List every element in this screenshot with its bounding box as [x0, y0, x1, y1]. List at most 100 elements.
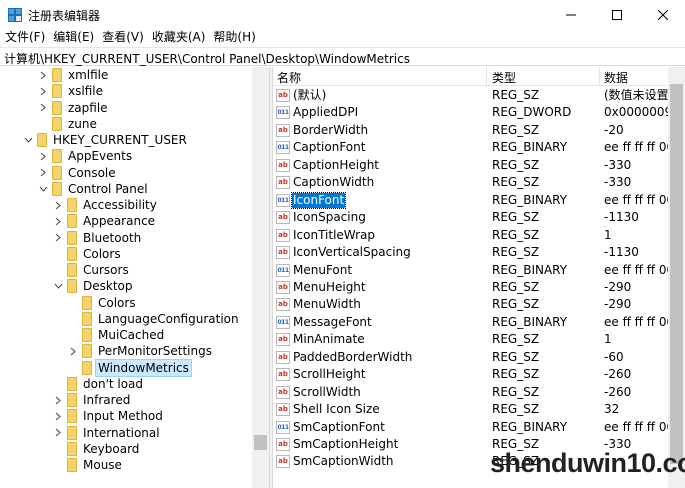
chevron-right-icon[interactable]: [37, 100, 49, 116]
list-row[interactable]: 011 MenuFont REG_BINARY ee ff ff ff 00: [273, 262, 668, 280]
list-row[interactable]: ab BorderWidth REG_SZ -20: [273, 122, 668, 140]
value-data: -260: [604, 367, 632, 382]
menu-view[interactable]: 查看(V): [97, 30, 147, 46]
string-value-icon: ab: [276, 280, 290, 294]
maximize-button[interactable]: [594, 0, 640, 30]
list-row[interactable]: 011 IconFont REG_BINARY ee ff ff ff 00: [273, 191, 668, 210]
list-row[interactable]: ab ScrollHeight REG_SZ -260: [273, 366, 668, 384]
tree-item[interactable]: PerMonitorSettings: [67, 343, 214, 359]
folder-icon: [82, 328, 92, 342]
list-row[interactable]: ab PaddedBorderWidth REG_SZ -60: [273, 349, 668, 367]
regedit-icon: [8, 8, 22, 22]
value-name: ScrollWidth: [293, 384, 361, 399]
menu-favorites[interactable]: 收藏夹(A): [147, 30, 209, 46]
list-row[interactable]: 011AppliedDPI REG_DWORD 0x00000096: [273, 104, 668, 122]
chevron-right-icon[interactable]: [37, 67, 49, 83]
chevron-down-icon[interactable]: [52, 278, 64, 294]
chevron-down-icon[interactable]: [22, 132, 34, 148]
close-button[interactable]: [640, 0, 685, 30]
chevron-right-icon[interactable]: [37, 148, 49, 164]
tree-item[interactable]: Desktop: [52, 278, 135, 294]
tree-item[interactable]: MuiCached: [67, 327, 166, 343]
tree-item-label: Accessibility: [83, 198, 157, 212]
tree-item[interactable]: Control Panel: [37, 181, 150, 197]
minimize-button[interactable]: [548, 0, 594, 30]
chevron-right-icon[interactable]: [67, 343, 79, 359]
tree-item[interactable]: International: [52, 425, 162, 441]
tree-item-label: Desktop: [83, 279, 133, 294]
list-row[interactable]: 011 MessageFont REG_BINARY ee ff ff ff 00: [273, 314, 668, 332]
chevron-right-icon[interactable]: [52, 392, 64, 408]
value-data: -60: [604, 349, 624, 364]
list-row[interactable]: ab CaptionHeight REG_SZ -330: [273, 157, 668, 175]
menu-edit[interactable]: 编辑(E): [48, 30, 97, 46]
chevron-right-icon[interactable]: [52, 213, 64, 229]
list-row[interactable]: ab MenuHeight REG_SZ -290: [273, 279, 668, 297]
list-row[interactable]: ab (默认) REG_SZ (数值未设置): [273, 87, 668, 105]
tree-item-label: Bluetooth: [83, 230, 142, 245]
chevron-right-icon[interactable]: [52, 230, 64, 246]
address-bar[interactable]: 计算机\HKEY_CURRENT_USER\Control Panel\Desk…: [0, 47, 685, 66]
list-row[interactable]: 011 SmCaptionFont REG_BINARY ee ff ff ff 00: [273, 419, 668, 437]
tree-item[interactable]: Mouse: [52, 457, 124, 473]
address-path[interactable]: 计算机\HKEY_CURRENT_USER\Control Panel\Desk…: [4, 50, 410, 67]
tree-item[interactable]: Input Method: [52, 408, 165, 424]
tree-item[interactable]: Keyboard: [52, 441, 141, 457]
value-list[interactable]: 名称 类型 数据 ab (默认) REG_SZ (数值未设置) 011 AppliedDP…: [273, 67, 685, 488]
string-value-icon: ab: [276, 246, 290, 260]
menu-help[interactable]: 帮助(H): [208, 30, 258, 46]
tree-scrollbar-thumb[interactable]: [254, 435, 267, 450]
tree-scrollbar[interactable]: [252, 67, 269, 488]
column-type-header[interactable]: 类型: [492, 69, 516, 86]
list-row[interactable]: ab IconTitleWrap REG_SZ 1: [273, 227, 668, 245]
key-tree[interactable]: xmlfile xslfile zapfile zune HKEY_CURRENT_US…: [0, 67, 269, 488]
tree-item[interactable]: Infrared: [52, 392, 132, 408]
tree-item[interactable]: WindowMetrics: [67, 358, 192, 377]
tree-item[interactable]: Colors: [52, 246, 123, 262]
chevron-right-icon[interactable]: [37, 83, 49, 99]
list-row[interactable]: ab MenuWidth REG_SZ -290: [273, 296, 668, 314]
tree-item[interactable]: xmlfile: [37, 67, 110, 83]
tree-item[interactable]: zapfile: [37, 100, 110, 116]
column-data-header[interactable]: 数据: [604, 69, 628, 86]
value-name: BorderWidth: [293, 122, 369, 137]
tree-item[interactable]: HKEY_CURRENT_USER: [22, 132, 189, 148]
tree-item[interactable]: Accessibility: [52, 197, 159, 213]
value-name: IconVerticalSpacing: [293, 245, 411, 260]
tree-item-label: xslfile: [68, 84, 103, 99]
tree-item[interactable]: AppEvents: [37, 148, 134, 164]
list-scrollbar[interactable]: [668, 67, 685, 488]
list-row[interactable]: ab ScrollWidth REG_SZ -260: [273, 384, 668, 402]
value-name: MinAnimate: [293, 332, 365, 347]
string-value-icon: ab: [276, 123, 290, 137]
column-name-header[interactable]: 名称: [277, 69, 301, 86]
list-row[interactable]: ab Shell Icon Size REG_SZ 32: [273, 401, 668, 419]
list-row[interactable]: ab IconVerticalSpacing REG_SZ -1130: [273, 244, 668, 262]
string-value-icon: ab: [276, 368, 290, 382]
chevron-right-icon[interactable]: [52, 408, 64, 424]
list-row[interactable]: 011 CaptionFont REG_BINARY ee ff ff ff 00: [273, 139, 668, 157]
chevron-right-icon[interactable]: [52, 197, 64, 213]
list-row[interactable]: ab IconSpacing REG_SZ -1130: [273, 209, 668, 227]
tree-item-label: zune: [68, 116, 97, 131]
list-row[interactable]: ab MinAnimate REG_SZ 1: [273, 331, 668, 349]
chevron-right-icon[interactable]: [52, 425, 64, 441]
tree-item[interactable]: Console: [37, 165, 118, 181]
tree-item[interactable]: Colors: [67, 295, 138, 311]
chevron-down-icon[interactable]: [37, 181, 49, 197]
list-row[interactable]: ab CaptionWidth REG_SZ -330: [273, 174, 668, 192]
tree-item[interactable]: LanguageConfiguration: [67, 311, 241, 327]
tree-item[interactable]: Cursors: [52, 262, 131, 278]
menu-file[interactable]: 文件(F): [0, 30, 48, 46]
tree-item[interactable]: don't load: [52, 376, 145, 392]
value-name: MenuWidth: [293, 297, 361, 312]
list-scrollbar-thumb[interactable]: [670, 84, 683, 464]
tree-item[interactable]: zune: [37, 116, 99, 132]
chevron-right-icon[interactable]: [37, 165, 49, 181]
tree-item[interactable]: Bluetooth: [52, 230, 143, 246]
tree-item[interactable]: Appearance: [52, 213, 157, 229]
tree-item[interactable]: xslfile: [37, 83, 105, 99]
